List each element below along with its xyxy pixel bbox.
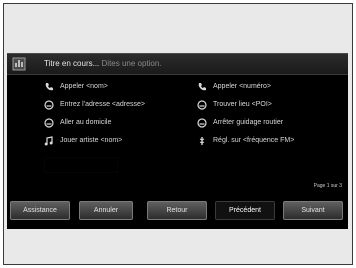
navigation-icon xyxy=(197,118,207,128)
command-label: Entrez l'adresse <adresse> xyxy=(60,101,145,108)
assistance-button[interactable]: Assistance xyxy=(10,201,70,220)
phone-icon xyxy=(45,83,53,91)
music-note-icon xyxy=(44,136,53,146)
voice-command-screen: Titre en cours... Dites une option. Appe… xyxy=(7,53,348,229)
navigation-icon xyxy=(197,100,207,110)
bottom-button-bar: Assistance Annuler Retour Précédent Suiv… xyxy=(7,201,348,223)
next-button[interactable]: Suivant xyxy=(283,201,343,220)
navigation-icon xyxy=(44,100,54,110)
command-label: Régl. sur <fréquence FM> xyxy=(213,137,295,144)
command-label: Aller au domicile xyxy=(60,119,112,126)
cancel-button[interactable]: Annuler xyxy=(79,201,133,220)
command-label: Appeler <numéro> xyxy=(213,83,271,90)
phone-icon xyxy=(198,83,206,91)
voice-prompt-icon xyxy=(12,57,26,71)
command-label: Arrêter guidage routier xyxy=(213,119,284,126)
prompt-hint: Dites une option. xyxy=(101,59,162,68)
back-button[interactable]: Retour xyxy=(147,201,207,220)
command-label: Appeler <nom> xyxy=(60,83,108,90)
prompt-status: Titre en cours... xyxy=(44,59,100,68)
header-bar: Titre en cours... Dites une option. xyxy=(7,53,348,75)
navigation-icon xyxy=(44,118,54,128)
command-label: Trouver lieu <POI> xyxy=(213,101,272,108)
command-label: Jouer artiste <nom> xyxy=(60,137,123,144)
page-indicator: Page 1 sur 3 xyxy=(313,183,342,189)
radio-icon xyxy=(199,137,205,145)
previous-button[interactable]: Précédent xyxy=(215,201,275,220)
redacted-area xyxy=(44,157,118,173)
prompt-title: Titre en cours... Dites une option. xyxy=(44,59,162,68)
